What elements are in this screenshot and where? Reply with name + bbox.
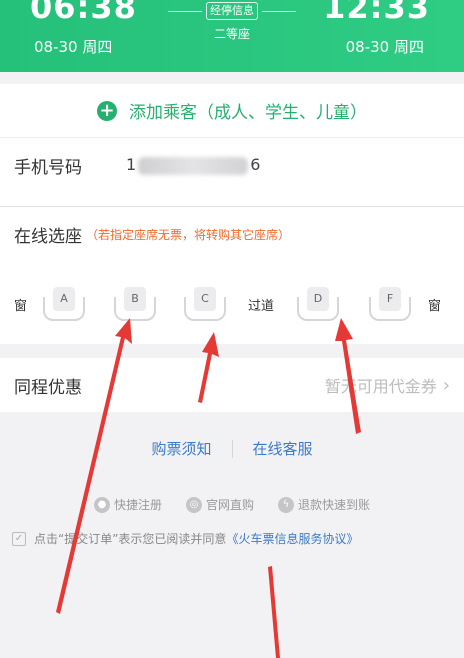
phone-row[interactable]: 手机号码 16 <box>0 138 464 192</box>
passenger-card: + 添加乘客（成人、学生、儿童） 手机号码 16 <box>0 84 464 206</box>
phone-masked <box>138 156 249 175</box>
feature-official-buy: ◎ 官网直购 <box>185 496 254 513</box>
agreement-link[interactable]: 《火车票信息服务协议》 <box>226 530 358 547</box>
feature-fast-refund-label: 退款快速到账 <box>298 498 371 512</box>
feature-quick-register: ● 快捷注册 <box>93 496 162 513</box>
seat-selection-note: （若指定座席无票，将转购其它座席） <box>86 227 291 242</box>
add-passenger-label: 添加乘客（成人、学生、儿童） <box>129 103 367 123</box>
seat-selection-title: 在线选座 <box>14 226 82 247</box>
window-label-left: 窗 <box>14 299 28 314</box>
add-passenger-button[interactable]: + 添加乘客（成人、学生、儿童） <box>0 84 464 138</box>
stop-line-right <box>262 10 296 12</box>
window-label-right: 窗 <box>428 299 442 314</box>
seat-c[interactable]: C <box>184 287 226 321</box>
seat-d[interactable]: D <box>297 287 339 321</box>
depart-date: 08-30 周四 <box>34 38 113 56</box>
seat-a[interactable]: A <box>43 287 85 321</box>
discount-value: 暂无可用代金券 <box>324 377 437 396</box>
arrive-date: 08-30 周四 <box>345 38 424 56</box>
online-service-link[interactable]: 在线客服 <box>253 438 313 459</box>
agreement-row: ✓ 点击“提交订单”表示您已阅读并同意 《火车票信息服务协议》 <box>12 530 358 547</box>
seat-d-label: D <box>307 287 329 311</box>
phone-suffix: 6 <box>250 155 261 175</box>
seat-a-label: A <box>53 287 75 311</box>
aisle-label: 过道 <box>248 299 275 314</box>
seat-map: 窗 A B C 过道 D F 窗 <box>0 271 464 331</box>
feature-fast-refund: ϟ 退款快速到账 <box>278 496 370 513</box>
plus-circle-icon: + <box>97 100 117 121</box>
link-divider <box>231 439 233 458</box>
trip-header: 06:38 12:33 经停信息 二等座 08-30 周四 08-30 周四 <box>0 0 464 72</box>
phone-field[interactable]: 16 <box>126 155 260 175</box>
feature-official-buy-label: 官网直购 <box>205 498 254 512</box>
stop-info[interactable]: 经停信息 <box>168 2 296 20</box>
phone-prefix: 1 <box>126 155 137 175</box>
lightning-icon: ϟ <box>278 496 294 513</box>
seat-f-label: F <box>379 287 401 311</box>
official-icon: ◎ <box>185 496 202 513</box>
seat-b-label: B <box>124 287 146 311</box>
seat-b[interactable]: B <box>114 287 156 321</box>
feature-list: ● 快捷注册 ◎ 官网直购 ϟ 退款快速到账 <box>0 496 464 513</box>
seat-selection-card: 在线选座 （若指定座席无票，将转购其它座席） 窗 A B C 过道 D F 窗 <box>0 206 464 344</box>
stop-info-badge[interactable]: 经停信息 <box>206 2 258 20</box>
user-icon: ● <box>93 496 110 513</box>
agreement-text: 点击“提交订单”表示您已阅读并同意 <box>34 532 227 546</box>
seat-c-label: C <box>194 287 216 311</box>
purchase-notice-link[interactable]: 购票须知 <box>151 438 211 459</box>
seat-title-row: 在线选座 （若指定座席无票，将转购其它座席） <box>0 207 464 261</box>
arrive-time: 12:33 <box>323 0 430 26</box>
seat-f[interactable]: F <box>369 287 411 321</box>
discount-row[interactable]: 同程优惠 暂无可用代金券 › <box>0 358 464 412</box>
arrow-agreement <box>264 566 280 658</box>
feature-quick-register-label: 快捷注册 <box>113 498 162 512</box>
phone-label: 手机号码 <box>14 157 82 178</box>
agreement-checkbox[interactable]: ✓ <box>12 531 26 546</box>
help-links: 购票须知 在线客服 <box>0 438 464 459</box>
chevron-right-icon: › <box>442 374 450 396</box>
stop-line-left <box>168 10 202 12</box>
discount-label: 同程优惠 <box>14 377 82 398</box>
depart-time: 06:38 <box>30 0 137 26</box>
